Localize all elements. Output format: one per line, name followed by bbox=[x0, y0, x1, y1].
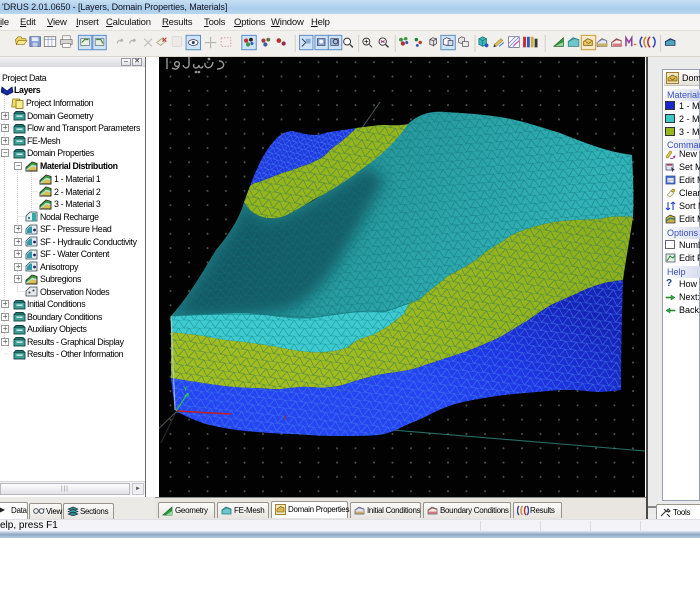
svg-text:x: x bbox=[283, 413, 287, 422]
svg-text:Y: Y bbox=[183, 386, 188, 393]
svg-text:o: o bbox=[44, 506, 46, 511]
